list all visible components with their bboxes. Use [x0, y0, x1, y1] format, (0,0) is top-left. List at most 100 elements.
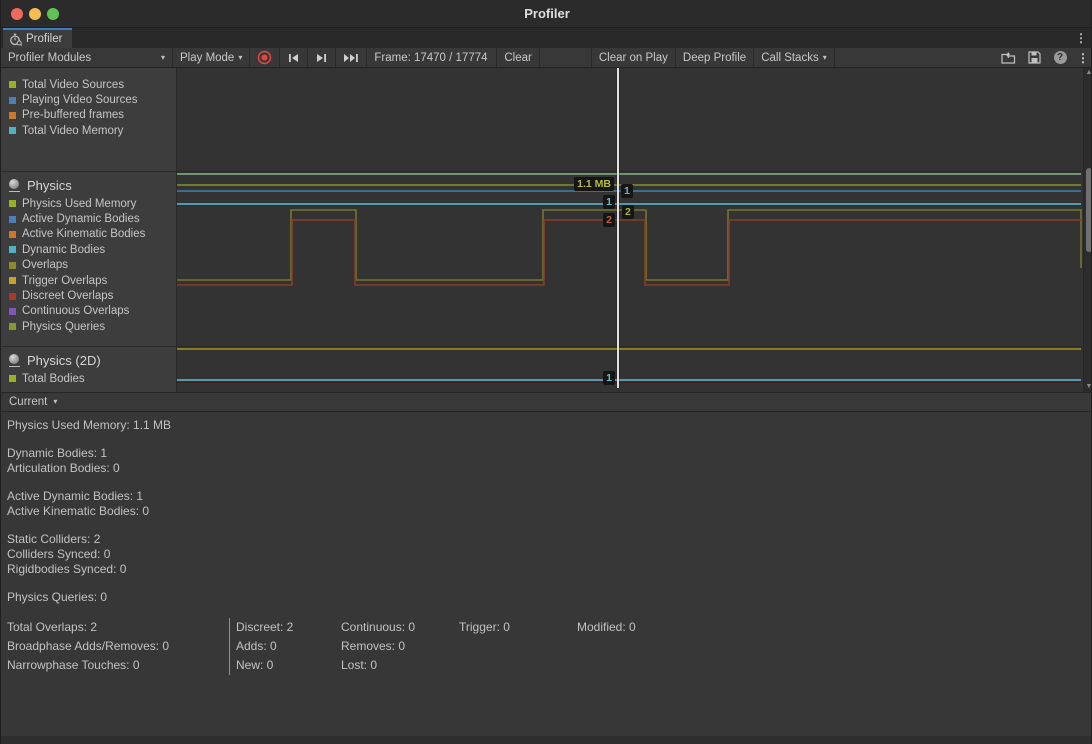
physics2d-total-bodies-line [177, 379, 1081, 381]
deep-profile-toggle[interactable]: Deep Profile [676, 48, 754, 67]
legend-label: Overlaps [22, 259, 68, 271]
tab-profiler[interactable]: Profiler [3, 28, 72, 48]
chart-value-badge: 1 [621, 184, 633, 198]
chart-vertical-scrollbar[interactable]: ▲ ▼ [1083, 68, 1092, 392]
scroll-up-icon[interactable]: ▲ [1084, 68, 1092, 78]
legend-label: Dynamic Bodies [22, 244, 105, 256]
legend-item[interactable]: Dynamic Bodies [1, 242, 176, 257]
profiler-tab-stopwatch-icon [9, 33, 22, 46]
chart-value-badge: 2 [622, 205, 634, 219]
details-table-cell: Continuous: 0 [341, 618, 459, 637]
details-line: Active Kinematic Bodies: 0 [7, 504, 1092, 519]
selected-frame-playhead[interactable] [617, 68, 619, 388]
call-stacks-dropdown[interactable]: Call Stacks ▾ [754, 48, 835, 67]
legend-item[interactable]: Playing Video Sources [1, 92, 176, 107]
next-frame-icon [315, 53, 328, 63]
window-title: Profiler [1, 0, 1092, 28]
legend-item[interactable]: Active Kinematic Bodies [1, 227, 176, 242]
scrollbar-thumb[interactable] [1086, 168, 1092, 252]
details-table-row: Broadphase Adds/Removes: 0Adds: 0Removes… [7, 637, 1092, 656]
module-header[interactable]: Physics [1, 172, 176, 196]
profiler-modules-dropdown[interactable]: Profiler Modules ▾ [1, 48, 173, 67]
chevron-down-icon: ▾ [53, 398, 57, 406]
legend-item[interactable]: Active Dynamic Bodies [1, 211, 176, 226]
details-table-cell [459, 656, 577, 675]
legend-item[interactable]: Physics Queries [1, 319, 176, 334]
details-table-cell: Adds: 0 [229, 637, 341, 656]
details-table-cell: Total Overlaps: 2 [7, 618, 229, 637]
legend-color-swatch [9, 262, 16, 269]
legend-color-swatch [9, 127, 16, 134]
legend-label: Continuous Overlaps [22, 305, 129, 317]
details-line: Active Dynamic Bodies: 1 [7, 489, 1092, 504]
details-line: Physics Queries: 0 [7, 590, 1092, 605]
legend-color-swatch [9, 112, 16, 119]
legend-label: Pre-buffered frames [22, 109, 124, 121]
module-chart-separator [177, 171, 1083, 172]
module-header[interactable]: Physics (2D) [1, 347, 176, 371]
legend-item[interactable]: Trigger Overlaps [1, 273, 176, 288]
current-frame-icon [343, 53, 359, 63]
details-group: Static Colliders: 2Colliders Synced: 0Ri… [7, 532, 1092, 577]
legend-color-swatch [9, 293, 16, 300]
scroll-down-icon[interactable]: ▼ [1084, 382, 1092, 392]
current-frame-button[interactable] [336, 48, 367, 67]
play-mode-dropdown[interactable]: Play Mode ▾ [173, 48, 250, 67]
details-line: Static Colliders: 2 [7, 532, 1092, 547]
tab-bar: Profiler ⋮ [1, 28, 1092, 48]
legend-color-swatch [9, 375, 16, 382]
module-section: PhysicsPhysics Used MemoryActive Dynamic… [1, 172, 176, 347]
details-table-cell [459, 637, 577, 656]
toolbar: Profiler Modules ▾ Play Mode ▾ [1, 48, 1092, 68]
toolbar-flex-spacer [835, 48, 995, 67]
legend-item[interactable]: Continuous Overlaps [1, 304, 176, 319]
physics2d-olive-line [177, 348, 1081, 350]
details-table-cell [577, 637, 1092, 656]
clear-button[interactable]: Clear [497, 48, 539, 67]
physics-sphere-icon [8, 179, 21, 192]
load-profile-icon [1001, 52, 1016, 64]
tab-label: Profiler [26, 33, 62, 45]
legend-label: Discreet Overlaps [22, 290, 113, 302]
profiler-chart-area[interactable]: 1.1 MB11221 [177, 68, 1083, 392]
record-button[interactable] [250, 48, 280, 67]
next-frame-button[interactable] [308, 48, 336, 67]
legend-item[interactable]: Total Video Memory [1, 123, 176, 138]
clear-on-play-toggle[interactable]: Clear on Play [592, 48, 676, 67]
chart-value-badge: 1 [603, 195, 615, 209]
module-title: Physics (2D) [27, 353, 101, 368]
details-view-dropdown[interactable]: Current ▾ [1, 393, 65, 411]
legend-label: Total Video Sources [22, 79, 124, 91]
previous-frame-button[interactable] [280, 48, 308, 67]
window-bottom-edge [1, 736, 1092, 744]
chart-value-badge: 1.1 MB [574, 177, 614, 191]
legend-item[interactable]: Discreet Overlaps [1, 288, 176, 303]
tab-overflow-menu[interactable]: ⋮ [1075, 28, 1087, 48]
legend-item[interactable]: Pre-buffered frames [1, 108, 176, 123]
legend-item[interactable]: Total Video Sources [1, 77, 176, 92]
details-line: Physics Used Memory: 1.1 MB [7, 418, 1092, 433]
legend-label: Active Kinematic Bodies [22, 228, 145, 240]
previous-frame-icon [287, 53, 300, 63]
details-table-cell: Trigger: 0 [459, 618, 577, 637]
legend-item[interactable]: Overlaps [1, 258, 176, 273]
save-profile-button[interactable] [1021, 48, 1047, 67]
details-table-cell: Modified: 0 [577, 618, 1092, 637]
legend-color-swatch [9, 81, 16, 88]
details-table-row: Narrowphase Touches: 0New: 0Lost: 0 [7, 656, 1092, 675]
record-icon [257, 50, 272, 65]
chevron-down-icon: ▾ [823, 54, 827, 62]
chart-svg [177, 68, 1083, 392]
legend-item[interactable]: Total Bodies [1, 371, 176, 386]
toolbar-more-menu[interactable]: ⋮ [1073, 48, 1092, 67]
physics-details-pane: Physics Used Memory: 1.1 MBDynamic Bodie… [1, 412, 1092, 736]
legend-label: Physics Queries [22, 321, 105, 333]
load-profile-button[interactable] [995, 48, 1021, 67]
legend-label: Total Video Memory [22, 125, 123, 137]
legend-color-swatch [9, 308, 16, 315]
details-table-cell [577, 656, 1092, 675]
help-button[interactable]: ? [1047, 48, 1073, 67]
details-table-row: Total Overlaps: 2Discreet: 2Continuous: … [7, 618, 1092, 637]
legend-item[interactable]: Physics Used Memory [1, 196, 176, 211]
legend-color-swatch [9, 323, 16, 330]
